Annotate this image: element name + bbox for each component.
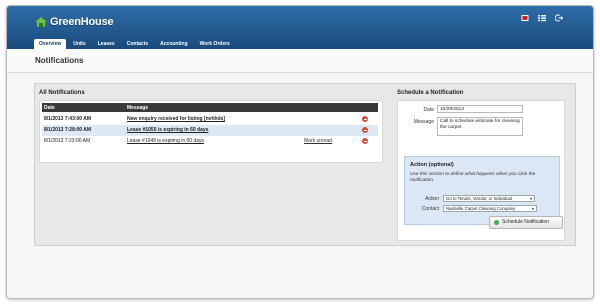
row-message-link[interactable]: New enquiry received for listing [nvhhds… — [127, 114, 225, 125]
tab-accounting[interactable]: Accounting — [155, 39, 193, 49]
action-select-value: Go to Tenant, Vendor, or Individual — [446, 196, 512, 201]
delete-icon[interactable] — [362, 127, 368, 133]
page-header: Notifications — [7, 49, 593, 73]
logo[interactable]: GreenHouse — [34, 15, 114, 29]
logout-icon[interactable] — [555, 14, 563, 22]
message-field[interactable]: Call to schedule estimate for cleaning t… — [437, 117, 523, 136]
tab-units[interactable]: Units — [68, 39, 91, 49]
app-window: GreenHouse Overview Units Leases Contact… — [6, 5, 594, 299]
table-row: 8/1/2013 7:28:00 AM Lease #1050 is expir… — [42, 125, 378, 136]
action-title: Action (optional) — [410, 162, 454, 168]
row-date: 8/1/2013 7:23:00 AM — [44, 138, 91, 144]
column-header-date: Date — [44, 105, 55, 111]
main-content: All Notifications Date Message 8/1/2013 … — [34, 83, 576, 246]
page-title: Notifications — [35, 56, 84, 65]
schedule-title: Schedule a Notification — [397, 90, 464, 96]
greenhouse-logo-icon — [34, 16, 48, 28]
date-field[interactable]: 10/29/2013 — [437, 105, 523, 113]
table-header: Date Message — [42, 103, 378, 112]
tab-overview[interactable]: Overview — [34, 39, 67, 49]
schedule-notification-label: Schedule Notification — [502, 219, 549, 225]
contact-label: Contact — [421, 206, 439, 212]
table-row: 8/1/2013 7:43:00 AM New enquiry received… — [42, 114, 378, 125]
main-tabs: Overview Units Leases Contacts Accountin… — [34, 39, 235, 49]
chevron-down-icon: ▾ — [529, 196, 532, 201]
contact-select-value: Nashville Carpet Cleaning Company — [446, 206, 516, 211]
row-message-link[interactable]: Lease #1049 is expiring in 60 days — [127, 136, 204, 147]
schedule-notification-button[interactable]: Schedule Notification — [489, 216, 563, 229]
row-date: 8/1/2013 7:28:00 AM — [44, 127, 92, 133]
action-select[interactable]: Go to Tenant, Vendor, or Individual ▾ — [443, 195, 535, 202]
message-label: Message — [413, 119, 434, 125]
column-header-message: Message — [127, 105, 149, 111]
table-row: 8/1/2013 7:23:00 AM Lease #1049 is expir… — [42, 136, 378, 147]
mark-unread-link[interactable]: Mark unread — [304, 136, 332, 147]
action-section: Action (optional) Use this section to de… — [404, 156, 560, 225]
delete-icon[interactable] — [362, 116, 368, 122]
check-icon — [494, 220, 499, 225]
row-message-link[interactable]: Lease #1050 is expiring in 60 days — [127, 125, 208, 136]
app-header: GreenHouse Overview Units Leases Contact… — [7, 6, 593, 49]
row-date: 8/1/2013 7:43:00 AM — [44, 116, 92, 122]
header-icons — [521, 14, 563, 22]
app-name: GreenHouse — [50, 16, 114, 28]
notifications-title: All Notifications — [39, 90, 85, 96]
tab-work-orders[interactable]: Work Orders — [195, 39, 235, 49]
tab-contacts[interactable]: Contacts — [122, 39, 153, 49]
list-icon[interactable] — [538, 14, 546, 22]
date-label: Date — [423, 107, 434, 113]
delete-icon[interactable] — [362, 138, 368, 144]
flag-icon[interactable] — [521, 14, 529, 22]
action-note: Use this section to define what happens … — [410, 172, 536, 183]
chevron-down-icon: ▾ — [531, 206, 534, 211]
action-label: Action — [425, 196, 439, 202]
tab-leases[interactable]: Leases — [93, 39, 120, 49]
contact-select[interactable]: Nashville Carpet Cleaning Company ▾ — [443, 205, 537, 212]
notifications-table: Date Message 8/1/2013 7:43:00 AM New enq… — [39, 100, 383, 163]
